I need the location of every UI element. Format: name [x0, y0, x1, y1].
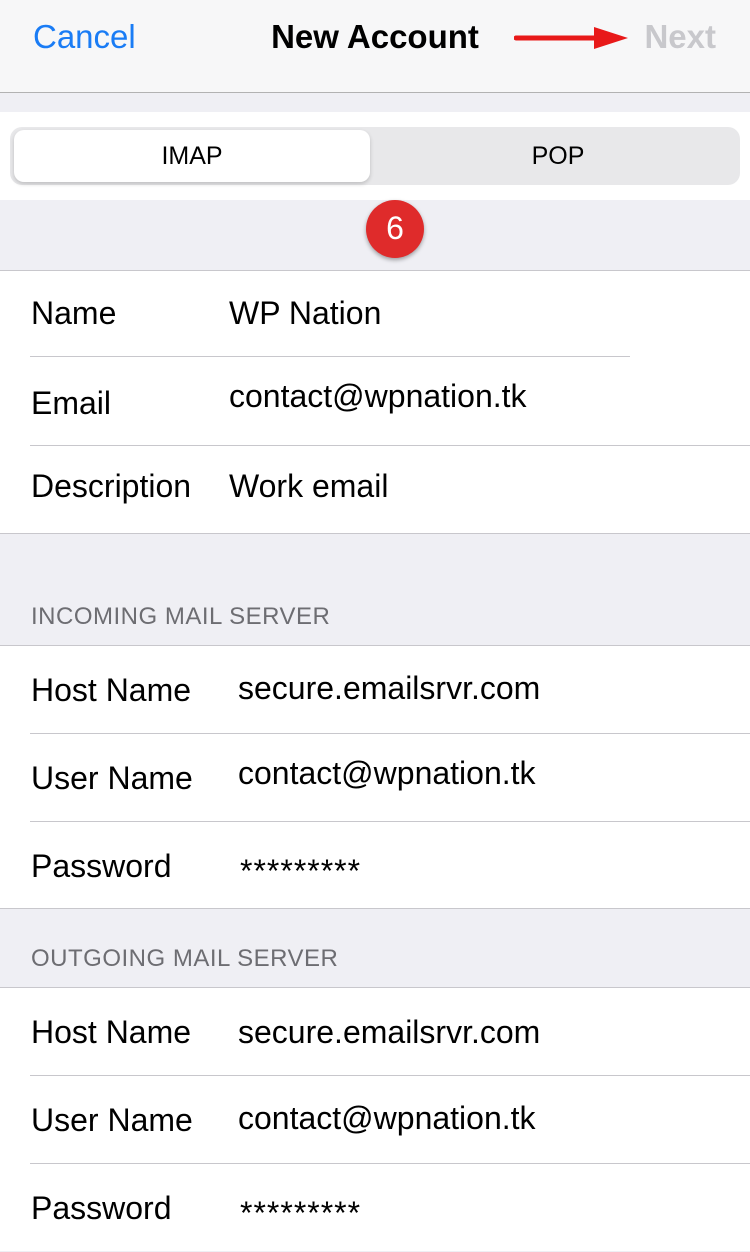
- outgoing-host-label: Host Name: [31, 1014, 192, 1050]
- outgoing-username-row[interactable]: User Name contact@wpnation.tk: [0, 1076, 750, 1164]
- description-field[interactable]: Work email: [229, 468, 388, 505]
- description-label: Description: [31, 468, 192, 504]
- email-field[interactable]: contact@wpnation.tk: [229, 378, 527, 415]
- incoming-password-label: Password: [31, 848, 172, 884]
- step-number-badge: 6: [366, 200, 424, 258]
- next-button[interactable]: Next: [644, 18, 716, 56]
- incoming-host-field[interactable]: secure.emailsrvr.com: [238, 670, 540, 707]
- incoming-host-row[interactable]: Host Name secure.emailsrvr.com: [0, 646, 750, 734]
- outgoing-section-header: OUTGOING MAIL SERVER: [31, 945, 339, 972]
- incoming-password-field[interactable]: *********: [240, 853, 361, 890]
- segment-imap[interactable]: IMAP: [14, 130, 370, 182]
- outgoing-server-group: Host Name secure.emailsrvr.com User Name…: [0, 987, 750, 1251]
- segment-pop[interactable]: POP: [380, 130, 736, 182]
- outgoing-host-field[interactable]: secure.emailsrvr.com: [238, 1014, 540, 1051]
- name-field[interactable]: WP Nation: [229, 295, 381, 332]
- navigation-bar: Cancel New Account Next: [0, 0, 750, 93]
- email-row[interactable]: Email contact@wpnation.tk: [0, 357, 750, 446]
- account-type-segmented-control: IMAP POP: [10, 127, 740, 185]
- outgoing-host-row[interactable]: Host Name secure.emailsrvr.com: [0, 988, 750, 1076]
- annotation-arrow-icon: [514, 27, 628, 49]
- account-info-group: Name WP Nation Email contact@wpnation.tk…: [0, 270, 750, 534]
- incoming-username-label: User Name: [31, 760, 193, 796]
- incoming-username-field[interactable]: contact@wpnation.tk: [238, 755, 536, 792]
- outgoing-username-field[interactable]: contact@wpnation.tk: [238, 1100, 536, 1137]
- description-row[interactable]: Description Work email: [0, 446, 750, 533]
- incoming-host-label: Host Name: [31, 672, 192, 708]
- outgoing-username-label: User Name: [31, 1102, 193, 1138]
- outgoing-password-row[interactable]: Password *********: [0, 1164, 750, 1252]
- incoming-password-row[interactable]: Password *********: [0, 822, 750, 910]
- account-type-section: IMAP POP: [0, 112, 750, 200]
- incoming-server-group: Host Name secure.emailsrvr.com User Name…: [0, 645, 750, 909]
- email-label: Email: [31, 385, 112, 421]
- page-title: New Account: [271, 18, 479, 55]
- incoming-section-header: INCOMING MAIL SERVER: [31, 603, 331, 630]
- outgoing-password-label: Password: [31, 1190, 172, 1226]
- outgoing-password-field[interactable]: *********: [240, 1195, 361, 1232]
- incoming-username-row[interactable]: User Name contact@wpnation.tk: [0, 734, 750, 822]
- name-row[interactable]: Name WP Nation: [0, 271, 750, 357]
- name-label: Name: [31, 295, 117, 331]
